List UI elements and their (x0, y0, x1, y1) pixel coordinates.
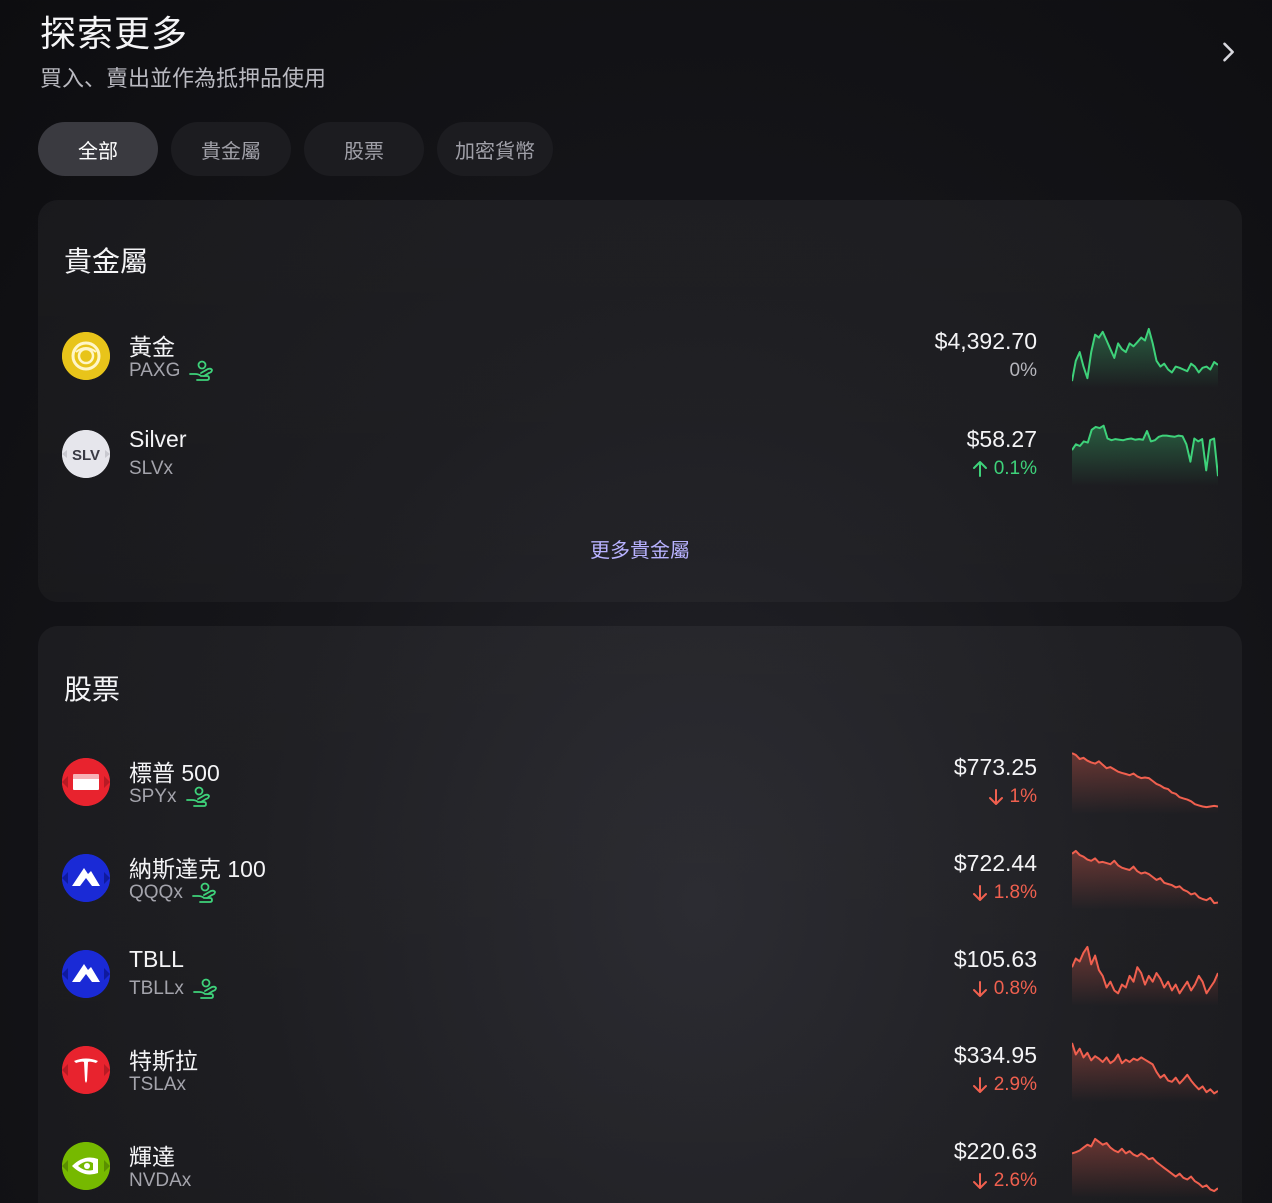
list-item-gold[interactable]: 黃金 PAXG $4,392.70 0% (38, 318, 1242, 398)
sparkline-chart (1072, 424, 1218, 486)
chevron-right-icon[interactable] (1214, 38, 1242, 66)
asset-ticker: SPYx (129, 786, 211, 808)
nvidia-icon (62, 1142, 110, 1190)
change-value: 0.1% (993, 458, 1037, 479)
list-item-silver[interactable]: SLV Silver SLVx $58.27 0.1% (38, 416, 1242, 496)
asset-ticker: PAXG (129, 360, 214, 382)
arrow-down-icon (972, 885, 987, 901)
sparkline-area (1072, 946, 1218, 1006)
list-item-nvidia[interactable]: 輝達 NVDAx $220.63 2.6% (38, 1128, 1242, 1203)
list-item-tesla[interactable]: 特斯拉 TSLAx $334.95 2.9% (38, 1032, 1242, 1112)
ticker-label: TBLLx (129, 978, 184, 999)
sparkline-chart (1072, 945, 1218, 1006)
gold-coin-icon (62, 332, 110, 380)
sparkline-area (1072, 1138, 1218, 1198)
asset-name: 特斯拉 (129, 1048, 198, 1074)
asset-name: Silver (129, 426, 187, 452)
sparkline-chart (1072, 1137, 1218, 1198)
arrow-down-icon (972, 981, 987, 997)
sparkline-chart (1072, 849, 1218, 910)
page-header: 探索更多 買入、賣出並作為抵押品使用 (40, 12, 326, 94)
filter-tabs: 全部 貴金屬 股票 加密貨幣 (38, 122, 553, 176)
precious-metals-card: 貴金屬 黃金 PAXG $4,392.70 0% SLV Silver SLVx… (38, 200, 1242, 602)
asset-ticker: QQQx (129, 882, 217, 904)
asset-change: 2.9% (972, 1074, 1037, 1096)
arrow-up-icon (972, 461, 987, 477)
sp500-icon (62, 758, 110, 806)
change-value: 0% (1009, 360, 1037, 381)
asset-price: $4,392.70 (934, 328, 1037, 354)
asset-name: 黃金 (129, 334, 175, 360)
tab-stocks[interactable]: 股票 (304, 122, 424, 176)
asset-price: $722.44 (953, 850, 1037, 876)
slv-icon: SLV (62, 430, 110, 478)
ticker-label: PAXG (129, 360, 181, 381)
arrow-down-icon (972, 1077, 987, 1093)
section-title: 貴金屬 (64, 246, 149, 277)
asset-change: 0.1% (972, 458, 1037, 480)
lend-hand-icon (189, 360, 214, 381)
tab-precious-metals[interactable]: 貴金屬 (171, 122, 291, 176)
asset-price: $105.63 (953, 946, 1037, 972)
asset-change: 1% (988, 786, 1037, 808)
asset-ticker: SLVx (129, 458, 173, 480)
asset-price: $58.27 (966, 426, 1037, 452)
arrow-down-icon (972, 1173, 987, 1189)
ticker-label: TSLAx (129, 1074, 187, 1095)
asset-price: $220.63 (953, 1138, 1037, 1164)
change-value: 1.8% (993, 882, 1037, 903)
asset-ticker: TSLAx (129, 1074, 186, 1096)
tab-all[interactable]: 全部 (38, 122, 158, 176)
sparkline-chart (1072, 327, 1218, 388)
tab-crypto[interactable]: 加密貨幣 (437, 122, 553, 176)
asset-price: $773.25 (953, 754, 1037, 780)
asset-name: 納斯達克 100 (129, 856, 266, 882)
sparkline-area (1072, 1042, 1218, 1102)
asset-name: 輝達 (129, 1144, 175, 1170)
change-value: 2.6% (993, 1170, 1037, 1191)
ticker-label: QQQx (129, 882, 183, 903)
list-item-tbll[interactable]: TBLL TBLLx $105.63 0.8% (38, 936, 1242, 1016)
page-subtitle: 買入、賣出並作為抵押品使用 (40, 66, 327, 91)
ticker-label: SLVx (129, 458, 174, 479)
lend-hand-icon (193, 978, 217, 999)
sparkline-chart (1072, 1042, 1218, 1102)
page-title: 探索更多 (40, 13, 189, 54)
asset-change: 0% (1010, 360, 1037, 382)
asset-name: 標普 500 (129, 760, 220, 786)
change-value: 1% (1009, 786, 1037, 807)
asset-ticker: NVDAx (129, 1170, 191, 1192)
tesla-icon (62, 1046, 110, 1094)
sparkline-chart (1072, 752, 1218, 814)
asset-change: 1.8% (972, 882, 1037, 904)
asset-change: 2.6% (972, 1170, 1037, 1192)
nasdaq-icon (62, 854, 110, 902)
section-title: 股票 (64, 674, 121, 705)
arrow-down-icon (988, 789, 1003, 805)
asset-ticker: TBLLx (129, 978, 218, 1000)
change-value: 0.8% (993, 978, 1037, 999)
svg-text:SLV: SLV (72, 447, 100, 464)
lend-hand-icon (185, 786, 210, 807)
more-precious-metals-link[interactable]: 更多貴金屬 (38, 534, 1242, 563)
tbll-icon (62, 950, 110, 998)
asset-change: 0.8% (972, 978, 1037, 1000)
ticker-label: SPYx (129, 786, 177, 807)
lend-hand-icon (191, 882, 216, 903)
list-item-qqq[interactable]: 納斯達克 100 QQQx $722.44 1.8% (38, 840, 1242, 920)
asset-price: $334.95 (953, 1042, 1037, 1068)
change-value: 2.9% (993, 1074, 1037, 1095)
stocks-card: 股票 標普 500 SPYx $773.25 1% 納斯達克 100 QQQx … (38, 626, 1242, 1203)
asset-name: TBLL (129, 946, 184, 972)
list-item-spy[interactable]: 標普 500 SPYx $773.25 1% (38, 744, 1242, 824)
ticker-label: NVDAx (129, 1170, 192, 1191)
